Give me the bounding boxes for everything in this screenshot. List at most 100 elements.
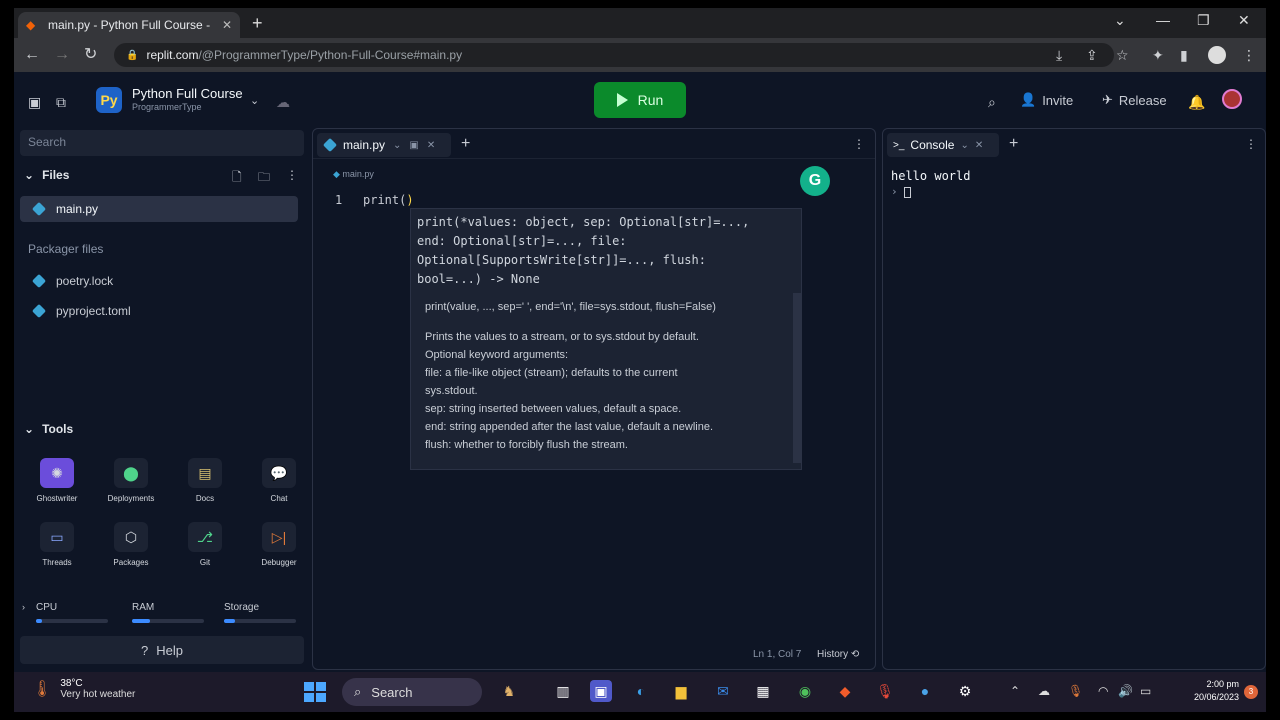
docs-icon: ▤ <box>188 458 222 488</box>
taskbar-search[interactable]: ⌕ Search <box>342 678 482 706</box>
tool-label: Deployments <box>107 494 155 503</box>
forward-icon[interactable]: → <box>54 46 70 64</box>
chevron-right-icon[interactable]: › <box>22 602 25 612</box>
close-icon[interactable]: ✕ <box>222 18 232 32</box>
close-icon[interactable]: ✕ <box>975 140 983 151</box>
mail-icon[interactable]: ✉ <box>712 680 734 702</box>
minimize-icon[interactable]: — <box>1156 12 1170 28</box>
edge-icon[interactable]: ◐ <box>630 680 652 702</box>
help-button[interactable]: ? Help <box>20 636 304 664</box>
popup-scrollbar[interactable] <box>793 293 801 463</box>
file-item-main-py[interactable]: main.py <box>20 196 298 222</box>
file-item-pyproject-toml[interactable]: pyproject.toml <box>20 298 298 324</box>
battery-icon[interactable]: ▭ <box>1140 684 1151 698</box>
url-host: replit.com <box>146 48 199 62</box>
reload-icon[interactable]: ↻ <box>84 46 97 64</box>
menu-kebab-icon[interactable]: ⋮ <box>1242 47 1256 64</box>
close-icon[interactable]: ✕ <box>427 140 435 151</box>
pane-menu-icon[interactable]: ⋮ <box>853 137 865 151</box>
replit-logo-icon[interactable]: ⧉ <box>56 94 66 111</box>
store-icon[interactable]: ▦ <box>752 680 774 702</box>
profile-avatar[interactable] <box>1208 46 1226 64</box>
sidebar: Search ⌄ Files 🗋 🗀 ⋮ main.py Packager fil… <box>14 128 306 672</box>
windows-start-icon[interactable] <box>304 682 326 702</box>
pane-menu-icon[interactable]: ⋮ <box>1245 137 1257 151</box>
bell-icon[interactable]: 🔔 <box>1188 94 1205 111</box>
release-button[interactable]: ✈ Release <box>1102 92 1167 108</box>
files-heading[interactable]: ⌄ Files <box>24 168 69 182</box>
mic-status-icon[interactable]: 🎙 <box>1068 684 1083 698</box>
run-button[interactable]: Run <box>594 82 686 118</box>
microphone-icon[interactable]: 🎙 <box>874 680 896 702</box>
tools-heading[interactable]: ⌄ Tools <box>24 422 73 436</box>
chevron-down-icon[interactable]: ⌄ <box>250 94 259 107</box>
file-item-poetry-lock[interactable]: poetry.lock <box>20 268 298 294</box>
tool-chat[interactable]: 💬 Chat <box>242 458 316 503</box>
search-icon: ⌕ <box>354 684 362 699</box>
console-tab[interactable]: >_ Console ⌄ ✕ <box>887 133 999 157</box>
tool-debugger[interactable]: ▷| Debugger <box>242 522 316 567</box>
invite-button[interactable]: 👤 Invite <box>1020 92 1073 108</box>
tool-git[interactable]: ⎇ Git <box>168 522 242 567</box>
files-menu-icon[interactable]: ⋮ <box>286 168 298 182</box>
brave-icon[interactable]: ◆ <box>834 680 856 702</box>
new-folder-icon[interactable]: 🗀 <box>258 168 270 189</box>
history-button[interactable]: History ⟲ <box>817 649 859 660</box>
repl-title[interactable]: Python Full Course <box>132 86 243 101</box>
wifi-icon[interactable]: ◠ <box>1098 684 1108 698</box>
sidebar-search-input[interactable]: Search <box>20 130 304 156</box>
console-prompt[interactable]: › <box>891 185 912 198</box>
editor-tab-main-py[interactable]: main.py ⌄ ▣ ✕ <box>317 133 451 157</box>
code-text: print( <box>363 193 407 207</box>
split-icon[interactable]: ▣ <box>409 140 418 151</box>
extensions-icon[interactable]: ✦ <box>1152 47 1164 64</box>
task-view-icon[interactable]: ▥ <box>552 680 574 702</box>
tool-packages[interactable]: ⬡ Packages <box>94 522 168 567</box>
chevron-up-icon[interactable]: ⌃ <box>1010 684 1020 698</box>
volume-icon[interactable]: 🔊 <box>1118 684 1133 698</box>
sidebar-toggle-icon[interactable]: ▣ <box>28 94 41 111</box>
sidepanel-icon[interactable]: ▮ <box>1180 47 1188 64</box>
notification-badge[interactable]: 3 <box>1244 685 1258 699</box>
add-tab-icon[interactable]: + <box>461 135 470 153</box>
taskbar-clock[interactable]: 2:00 pm 20/06/2023 <box>1194 678 1239 704</box>
bookmark-star-icon[interactable]: ☆ <box>1116 47 1129 64</box>
file-explorer-icon[interactable]: ▆ <box>670 680 692 702</box>
tool-threads[interactable]: ▭ Threads <box>20 522 94 567</box>
teams-icon[interactable]: ▣ <box>590 680 612 702</box>
chevron-down-icon[interactable]: ⌄ <box>960 140 968 151</box>
weather-widget[interactable]: 🌡 38°C Very hot weather <box>32 678 135 700</box>
tool-docs[interactable]: ▤ Docs <box>168 458 242 503</box>
chevron-down-icon[interactable]: ⌄ <box>1114 12 1126 29</box>
tool-label: Debugger <box>261 558 297 567</box>
browser-tab[interactable]: ◆ main.py - Python Full Course - Re ✕ <box>18 12 240 38</box>
app-icon[interactable]: ● <box>914 680 936 702</box>
cursor-position[interactable]: Ln 1, Col 7 <box>753 649 801 660</box>
breadcrumb[interactable]: ◆ main.py <box>333 169 374 180</box>
window-close-icon[interactable]: ✕ <box>1238 12 1250 29</box>
search-icon[interactable]: ⌕ <box>988 94 996 111</box>
run-label: Run <box>637 92 664 108</box>
user-avatar[interactable] <box>1222 89 1242 109</box>
chevron-down-icon[interactable]: ⌄ <box>393 140 401 151</box>
settings-icon[interactable]: ⚙ <box>954 680 976 702</box>
new-tab-icon[interactable]: + <box>252 12 263 34</box>
cloud-icon[interactable]: ☁ <box>1038 684 1050 698</box>
copilot-icon[interactable]: ♞ <box>498 680 520 702</box>
tool-deployments[interactable]: ⬤ Deployments <box>94 458 168 503</box>
share-icon[interactable]: ⇪ <box>1086 47 1098 64</box>
back-icon[interactable]: ← <box>24 46 40 64</box>
tool-ghostwriter[interactable]: ✺ Ghostwriter <box>20 458 94 503</box>
maximize-icon[interactable]: ❐ <box>1197 12 1210 29</box>
storage-meter: Storage <box>224 602 296 623</box>
chrome-icon[interactable]: ◉ <box>794 680 816 702</box>
release-label: Release <box>1118 92 1167 108</box>
install-icon[interactable]: ⤓ <box>1056 47 1062 64</box>
grammarly-icon[interactable]: G <box>800 166 830 196</box>
code-line[interactable]: print() <box>363 193 414 207</box>
new-file-icon[interactable]: 🗋 <box>232 168 242 189</box>
signature-line: end: Optional[str]=..., file: <box>417 234 627 248</box>
play-icon <box>616 93 628 107</box>
address-bar[interactable]: 🔒 replit.com/@ProgrammerType/Python-Full… <box>114 43 1114 67</box>
add-tab-icon[interactable]: + <box>1009 135 1018 153</box>
